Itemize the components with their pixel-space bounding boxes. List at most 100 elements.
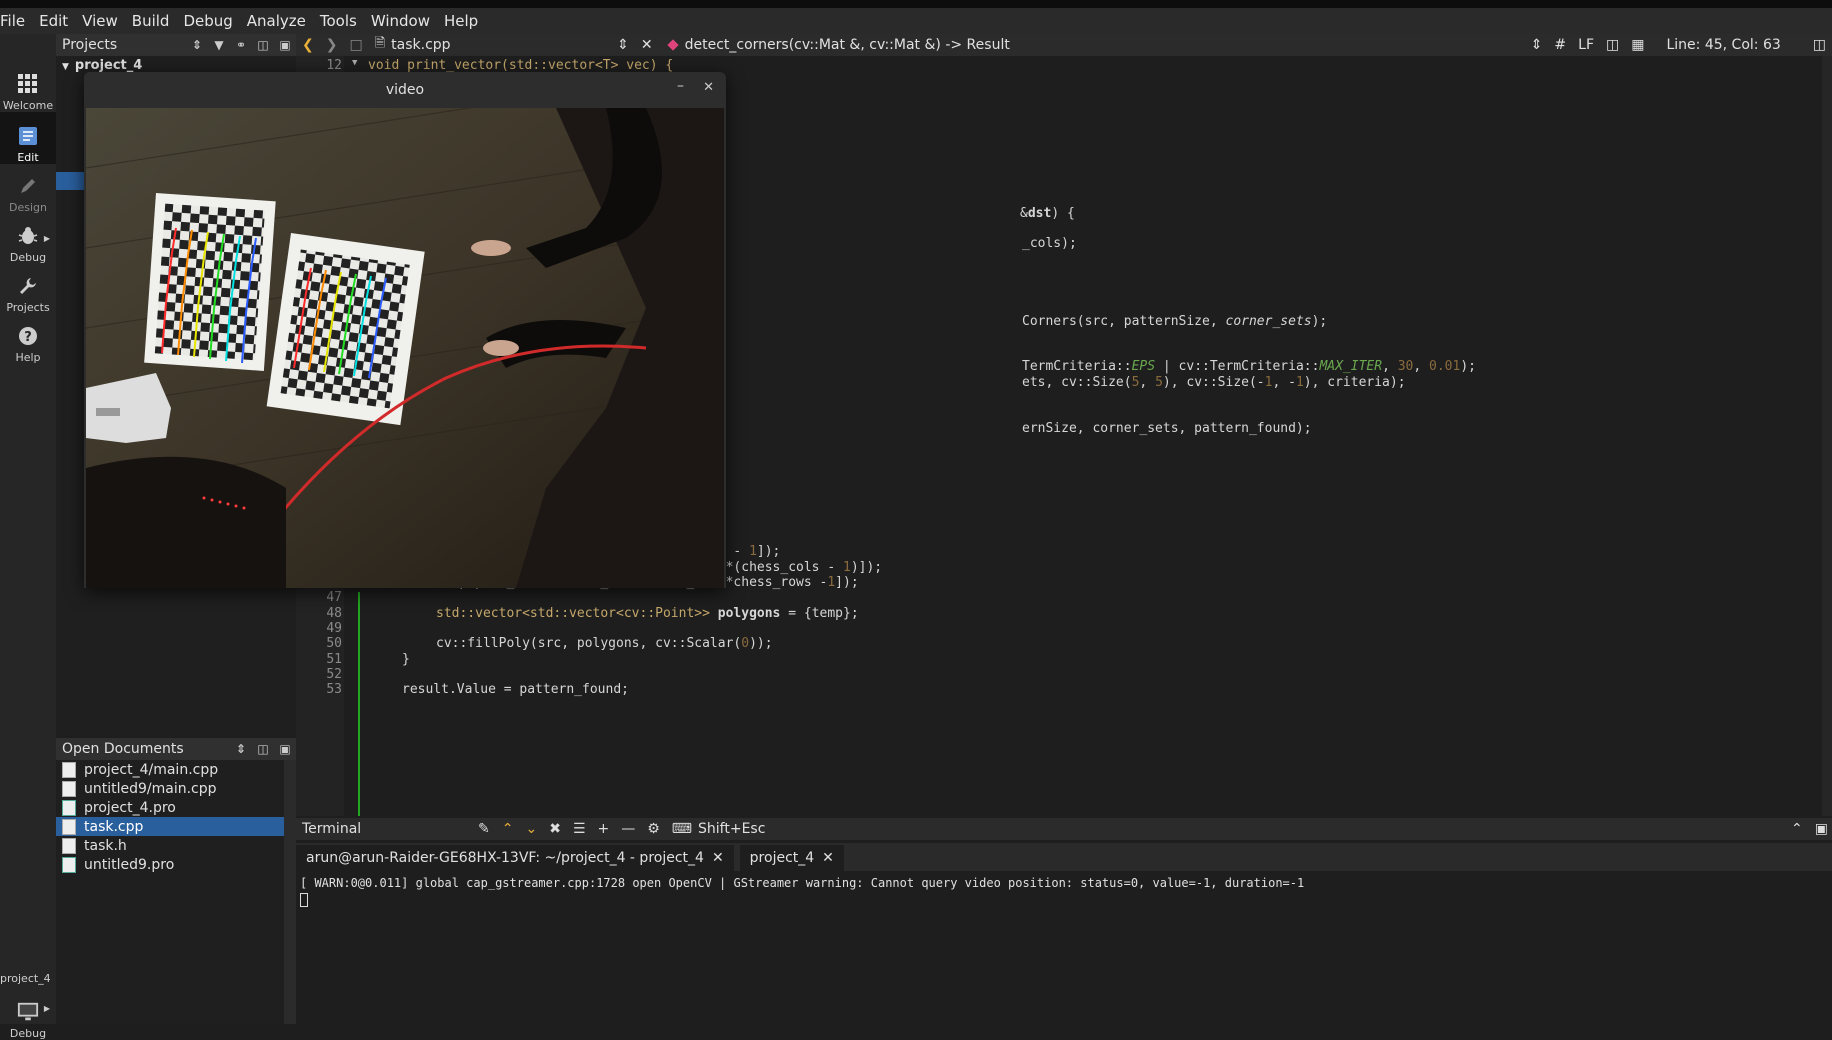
next-icon[interactable]: ⌄: [519, 821, 543, 837]
menu-view[interactable]: View: [75, 12, 125, 30]
close-icon[interactable]: ✕: [822, 850, 834, 866]
open-doc-item-selected[interactable]: task.cpp: [56, 817, 284, 836]
close-icon[interactable]: ✕: [712, 850, 724, 866]
mode-help[interactable]: ? Help: [0, 314, 56, 364]
mode-welcome[interactable]: Welcome: [0, 62, 56, 112]
menu-build[interactable]: Build: [125, 12, 177, 30]
prev-icon[interactable]: ⌃: [496, 821, 520, 837]
open-doc-item[interactable]: untitled9/main.cpp: [56, 779, 284, 798]
close-panel-icon[interactable]: ▣: [274, 742, 296, 756]
open-documents-scrollbar[interactable]: [284, 760, 296, 1024]
edit-icon: [17, 125, 39, 147]
terminal-line: [ WARN:0@0.011] global cap_gstreamer.cpp…: [300, 876, 1305, 890]
split-window-icon[interactable]: ▦: [1625, 37, 1650, 53]
terminal-header: Terminal ✎ ⌃ ⌄ ✖ ☰ + — ⚙ ⌨ Shift+Esc ⌃ ▣: [296, 818, 1832, 840]
line-number: 49: [326, 621, 342, 636]
open-doc-item[interactable]: task.h: [56, 836, 284, 855]
terminal-shortcut: Shift+Esc: [698, 821, 766, 837]
code-line: Corners(src, patternSize, corner_sets);: [1022, 314, 1328, 329]
code-line: _cols);: [1022, 236, 1077, 251]
caret-right-icon: ▶: [43, 1004, 50, 1013]
monitor-icon: [17, 1001, 39, 1023]
symbol-icon: [666, 39, 679, 51]
split-editor-icon[interactable]: ◫: [1600, 37, 1625, 53]
hash-button[interactable]: #: [1548, 37, 1572, 53]
kit-mode-label: Debug: [9, 1027, 47, 1040]
mode-projects[interactable]: Projects: [0, 264, 56, 314]
open-doc-item[interactable]: untitled9.pro: [56, 855, 284, 874]
menu-help[interactable]: Help: [437, 12, 485, 30]
open-doc-item[interactable]: project_4.pro: [56, 798, 284, 817]
mode-bar: Welcome Edit Design Debug ▶ Projects ? H…: [0, 34, 56, 1040]
kit-selector[interactable]: Debug ▶: [0, 984, 56, 1040]
video-window-title: video: [385, 82, 425, 98]
split-icon[interactable]: ◫: [252, 742, 274, 756]
add-icon[interactable]: +: [592, 821, 616, 837]
sort-arrows-icon[interactable]: ⇕: [186, 38, 208, 52]
doc-label: untitled9/main.cpp: [84, 780, 217, 797]
link-icon[interactable]: ⚭: [230, 38, 252, 52]
open-doc-item[interactable]: project_4/main.cpp: [56, 760, 284, 779]
doc-label: task.h: [84, 837, 127, 854]
menu-file[interactable]: File: [0, 12, 32, 30]
minimize-icon[interactable]: –: [677, 78, 684, 94]
line-ending-selector[interactable]: LF: [1572, 37, 1600, 53]
camera-image: [86, 108, 724, 588]
file-icon: [62, 837, 76, 854]
terminal-tab[interactable]: arun@arun-Raider-GE68HX-13VF: ~/project_…: [296, 845, 734, 871]
stop-icon[interactable]: ✖: [543, 821, 567, 837]
terminal-tab-label: arun@arun-Raider-GE68HX-13VF: ~/project_…: [306, 850, 704, 866]
line-number: 53: [326, 682, 342, 697]
terminal-tabs: arun@arun-Raider-GE68HX-13VF: ~/project_…: [296, 843, 1832, 871]
mode-edit-label: Edit: [17, 151, 39, 164]
terminal-tab[interactable]: project_4 ✕: [739, 845, 844, 871]
project-file-icon: [62, 856, 76, 873]
code-token: void print_vector(std::vector<T> vec) {: [368, 58, 674, 73]
sort-arrows-icon[interactable]: ⇕: [1525, 37, 1549, 53]
doc-label: task.cpp: [84, 818, 144, 835]
split-icon[interactable]: ◫: [1807, 37, 1832, 53]
clear-icon[interactable]: ✎: [472, 821, 496, 837]
menu-analyze[interactable]: Analyze: [240, 12, 313, 30]
cursor-position[interactable]: Line: 45, Col: 63: [1650, 37, 1806, 53]
terminal-output[interactable]: [ WARN:0@0.011] global cap_gstreamer.cpp…: [296, 871, 1832, 1024]
menu-tools[interactable]: Tools: [313, 12, 364, 30]
maximize-icon[interactable]: ⌃: [1785, 821, 1809, 837]
video-window[interactable]: video – ✕: [84, 72, 726, 588]
code-line: }: [402, 652, 410, 667]
menu-debug[interactable]: Debug: [176, 12, 239, 30]
keyboard-icon[interactable]: ⌨: [666, 821, 698, 837]
terminal-tab-label: project_4: [749, 850, 815, 866]
svg-text:?: ?: [24, 330, 32, 345]
gear-icon[interactable]: ⚙: [641, 821, 666, 837]
file-selector[interactable]: task.cpp: [391, 37, 611, 53]
remove-icon[interactable]: —: [615, 821, 641, 837]
symbol-selector[interactable]: detect_corners(cv::Mat &, cv::Mat &) -> …: [659, 37, 1016, 53]
editor-scrollbar[interactable]: [1822, 56, 1832, 816]
mode-design[interactable]: Design: [0, 164, 56, 214]
menu-window[interactable]: Window: [364, 12, 437, 30]
scope-marker: [358, 592, 360, 816]
filter-icon[interactable]: ▼: [208, 38, 230, 52]
attach-icon[interactable]: ☰: [567, 821, 592, 837]
project-root[interactable]: ▼ project_4: [62, 58, 142, 73]
close-icon[interactable]: ✕: [703, 80, 714, 95]
forward-arrow-icon[interactable]: ❯: [320, 37, 344, 53]
projects-title[interactable]: Projects: [56, 37, 186, 53]
terminal-title: Terminal: [302, 821, 362, 837]
line-number: 52: [326, 667, 342, 682]
mode-edit[interactable]: Edit: [0, 112, 56, 164]
code-line: ernSize, corner_sets, pattern_found);: [1022, 421, 1312, 436]
split-icon[interactable]: ◫: [252, 38, 274, 52]
close-panel-icon[interactable]: ▣: [1809, 821, 1832, 837]
menu-edit[interactable]: Edit: [32, 12, 75, 30]
mode-debug-label: Debug: [9, 251, 47, 264]
close-panel-icon[interactable]: ▣: [274, 38, 296, 52]
sort-arrows-icon[interactable]: ⇕: [230, 742, 252, 756]
sort-arrows-icon[interactable]: ⇕: [611, 37, 635, 53]
close-file-icon[interactable]: ✕: [635, 37, 659, 53]
mode-debug[interactable]: Debug ▶: [0, 214, 56, 264]
projects-header: Projects ⇕ ▼ ⚭ ◫ ▣: [56, 34, 296, 56]
project-root-label: project_4: [74, 58, 143, 73]
back-arrow-icon[interactable]: ❮: [296, 37, 320, 53]
